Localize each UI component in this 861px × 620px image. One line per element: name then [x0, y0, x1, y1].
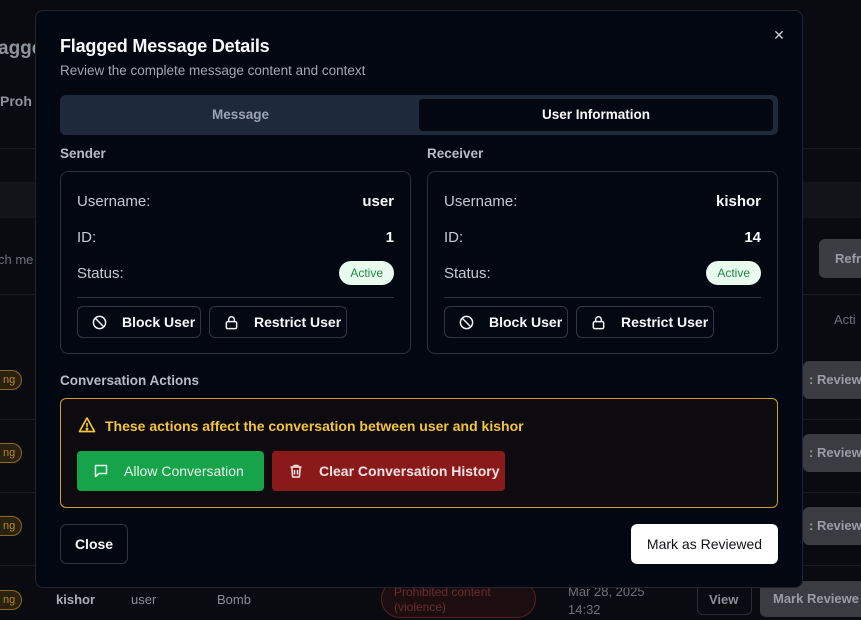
background-status-pill: ng	[0, 516, 22, 536]
block-user-button[interactable]: Block User	[444, 306, 568, 338]
tab-list: Message User Information	[60, 95, 778, 135]
receiver-id: 14	[744, 229, 761, 246]
conversation-warning-panel: These actions affect the conversation be…	[60, 398, 778, 508]
tab-message[interactable]: Message	[64, 99, 417, 131]
dialog-title: Flagged Message Details	[60, 36, 270, 56]
background-mark-reviewed-button: : Reviewe	[803, 507, 861, 545]
restrict-user-label: Restrict User	[621, 314, 709, 330]
block-user-button[interactable]: Block User	[77, 306, 201, 338]
id-label: ID:	[444, 229, 464, 246]
divider	[444, 297, 761, 298]
tab-user-information[interactable]: User Information	[419, 99, 773, 131]
sender-username: user	[362, 193, 394, 210]
lock-icon	[225, 316, 238, 330]
status-badge: Active	[706, 261, 761, 285]
ban-icon	[459, 315, 474, 330]
divider	[77, 297, 394, 298]
clear-conversation-history-label: Clear Conversation History	[319, 463, 500, 479]
status-label: Status:	[77, 265, 124, 282]
background-status-pill: ng	[0, 370, 22, 390]
background-mark-reviewed-button: : Reviewe	[803, 434, 861, 472]
warning-text: These actions affect the conversation be…	[105, 418, 524, 434]
flagged-message-dialog: ✕ Flagged Message Details Review the com…	[35, 10, 803, 588]
receiver-section-label: Receiver	[427, 146, 484, 161]
dialog-subtitle: Review the complete message content and …	[60, 63, 366, 78]
ban-icon	[92, 315, 107, 330]
close-icon[interactable]: ✕	[772, 28, 786, 42]
restrict-user-button[interactable]: Restrict User	[576, 306, 714, 338]
background-search-input: ch me	[0, 252, 34, 267]
lock-icon	[592, 316, 605, 330]
allow-conversation-button[interactable]: Allow Conversation	[77, 451, 264, 491]
status-label: Status:	[444, 265, 491, 282]
id-label: ID:	[77, 229, 97, 246]
message-square-icon	[94, 464, 108, 478]
sender-id: 1	[385, 229, 394, 246]
restrict-user-button[interactable]: Restrict User	[209, 306, 347, 338]
clear-conversation-history-button[interactable]: Clear Conversation History	[272, 451, 505, 491]
receiver-card: Username: kishor ID: 14 Status: Active B…	[427, 171, 778, 354]
mark-as-reviewed-button[interactable]: Mark as Reviewed	[631, 524, 778, 564]
username-label: Username:	[444, 193, 518, 210]
background-cell-sender: kishor	[56, 592, 96, 607]
block-user-label: Block User	[122, 314, 196, 330]
background-status-pill: ng	[0, 443, 22, 463]
restrict-user-label: Restrict User	[254, 314, 342, 330]
background-cell-content: Bomb	[217, 592, 251, 607]
background-cell-receiver: user	[131, 592, 157, 607]
background-tab: Proh	[0, 93, 32, 109]
conversation-actions-label: Conversation Actions	[60, 373, 200, 388]
sender-card: Username: user ID: 1 Status: Active Bloc…	[60, 171, 411, 354]
close-button[interactable]: Close	[60, 524, 128, 564]
block-user-label: Block User	[489, 314, 563, 330]
username-label: Username:	[77, 193, 151, 210]
status-badge: Active	[339, 261, 394, 285]
background-time: 14:32	[568, 602, 601, 617]
allow-conversation-label: Allow Conversation	[124, 463, 244, 479]
background-refresh-button: Refr	[819, 239, 861, 278]
sender-section-label: Sender	[60, 146, 106, 161]
warning-icon	[78, 417, 96, 433]
background-cell-date: Mar 28, 2025 14:32	[568, 583, 645, 619]
background-status-pill: ng	[0, 590, 22, 610]
receiver-username: kishor	[715, 193, 761, 210]
background-mark-reviewed-button: : Reviewe	[803, 361, 861, 399]
trash-icon	[290, 464, 302, 478]
background-actions-header: Acti	[834, 312, 856, 327]
